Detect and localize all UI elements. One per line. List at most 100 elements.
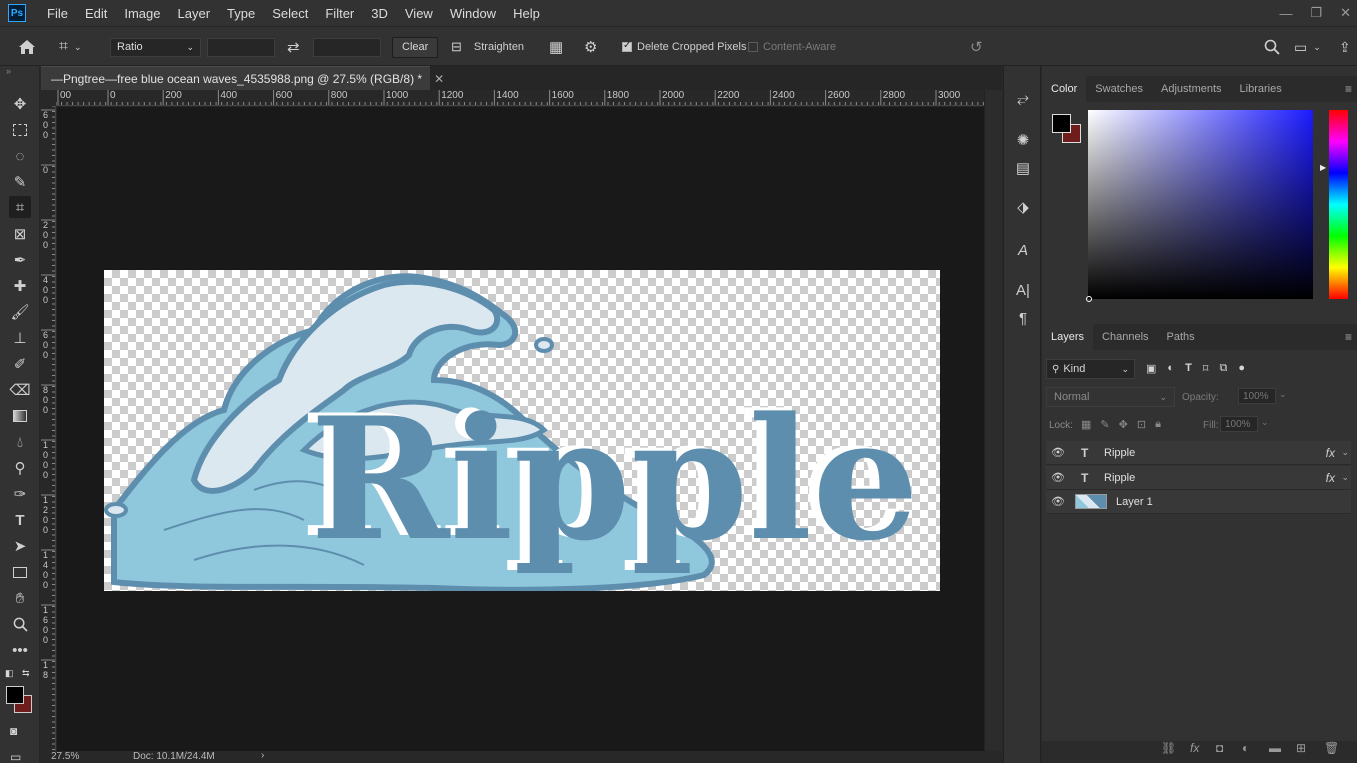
tab-adjustments[interactable]: Adjustments [1152, 76, 1231, 102]
menu-help[interactable]: Help [504, 6, 548, 21]
ratio-dropdown[interactable]: Ratio ⌄ [110, 27, 201, 67]
blend-mode-dropdown[interactable]: Normal ⌄ [1046, 387, 1175, 407]
filter-adjustment-icon[interactable]: ◐ [1167, 362, 1174, 375]
workspace-icon[interactable]: ▭ ⌄ [1294, 27, 1321, 67]
eraser-icon[interactable]: ⌫ [9, 379, 31, 401]
restore-icon[interactable]: ❐ [1310, 5, 1322, 21]
fx-icon[interactable]: fx [1326, 471, 1335, 485]
layer-row-ripple-bottom[interactable]: 👁︎ T Ripple fx ⌄ [1046, 466, 1351, 490]
chevron-down-icon[interactable]: ⌄ [1341, 447, 1349, 458]
ratio-height-input[interactable] [313, 37, 381, 57]
close-tab-icon[interactable]: ✕ [434, 72, 444, 86]
panel-menu-icon[interactable]: ≡ [1345, 330, 1352, 344]
chevron-right-icon[interactable]: › [261, 750, 264, 761]
menu-file[interactable]: File [38, 6, 76, 21]
collapse-toolbar-icon[interactable]: » [6, 66, 11, 76]
layer-name[interactable]: Layer 1 [1116, 496, 1153, 508]
stamp-icon[interactable]: ⊥ [9, 327, 31, 349]
lock-artboard-icon[interactable]: ⊡ [1137, 418, 1146, 431]
lock-all-icon[interactable]: 🔒︎ [1155, 418, 1161, 431]
chevron-down-icon[interactable]: ⌄ [1261, 417, 1269, 428]
crop-preset-picker[interactable]: ⌗ ⌄ [59, 27, 82, 67]
menu-window[interactable]: Window [441, 6, 504, 21]
add-style-icon[interactable]: fx [1190, 741, 1199, 755]
delete-layer-icon[interactable]: 🗑︎ [1324, 741, 1339, 755]
paragraph-icon[interactable]: ¶ [1013, 308, 1033, 328]
more-icon[interactable]: ••• [9, 639, 31, 661]
marquee-icon[interactable] [9, 119, 31, 141]
tab-color[interactable]: Color [1042, 76, 1087, 102]
dodge-icon[interactable]: ⚲ [9, 457, 31, 479]
foreground-color-swatch[interactable] [1052, 114, 1071, 133]
lock-transparency-icon[interactable]: ▦ [1081, 418, 1091, 431]
document-tab[interactable]: —Pngtree—free blue ocean waves_4535988.p… [41, 66, 444, 90]
foreground-color-swatch[interactable] [6, 686, 24, 704]
fill-input[interactable]: 100% [1220, 416, 1258, 432]
color-picker-cursor[interactable] [1086, 296, 1092, 302]
gradient-icon[interactable] [9, 405, 31, 427]
history-icon[interactable]: ⥂ [1013, 88, 1033, 108]
layer-row-layer-1[interactable]: 👁︎ Layer 1 [1046, 490, 1351, 514]
panel-menu-icon[interactable]: ≡ [1345, 82, 1352, 96]
lock-position-icon[interactable]: ✥ [1119, 418, 1128, 431]
blur-icon[interactable]: 💧︎ [9, 431, 31, 453]
fx-icon[interactable]: fx [1326, 446, 1335, 460]
zoom-level[interactable]: 27.5% [51, 751, 79, 762]
tab-layers[interactable]: Layers [1042, 324, 1094, 350]
settings-gear-icon[interactable]: ⚙ [584, 27, 597, 67]
healing-icon[interactable]: ✚ [9, 275, 31, 297]
reset-icon[interactable]: ↺ [970, 27, 983, 67]
brush-settings-icon[interactable]: ✺ [1013, 130, 1033, 150]
history-brush-icon[interactable]: ✐ [9, 353, 31, 375]
chevron-down-icon[interactable]: ⌄ [1279, 389, 1287, 400]
filter-toggle-icon[interactable]: ● [1238, 362, 1245, 375]
menu-type[interactable]: Type [218, 6, 263, 21]
menu-view[interactable]: View [396, 6, 441, 21]
clear-button[interactable]: Clear [392, 36, 439, 58]
visibility-eye-icon[interactable]: 👁︎ [1051, 495, 1067, 508]
3d-icon[interactable]: ⬗ [1013, 197, 1033, 217]
ratio-width-input[interactable] [207, 37, 275, 57]
swap-icon[interactable]: ⇄ [287, 27, 300, 67]
chevron-down-icon[interactable]: ⌄ [1341, 472, 1349, 483]
tab-paths[interactable]: Paths [1158, 324, 1204, 350]
share-icon[interactable]: ⇪ [1339, 27, 1351, 67]
layer-filter-kind[interactable]: ⚲ Kind ⌄ [1046, 359, 1135, 379]
home-icon[interactable] [18, 27, 36, 67]
minimize-icon[interactable]: — [1279, 6, 1292, 21]
document-canvas[interactable]: Ripple Ripple [104, 270, 940, 591]
quick-mask-icon[interactable]: ◙ [10, 724, 17, 738]
overlay-grid-icon[interactable]: ▦ [549, 27, 563, 67]
menu-image[interactable]: Image [115, 6, 168, 21]
new-adjustment-icon[interactable]: ◐ [1242, 741, 1249, 755]
brush-icon[interactable]: 🖌︎ [9, 301, 31, 323]
layer-name[interactable]: Ripple [1104, 472, 1135, 484]
layer-row-ripple-top[interactable]: 👁︎ T Ripple fx ⌄ [1046, 441, 1351, 465]
hue-slider-handle[interactable]: ▶ [1320, 163, 1326, 172]
rectangle-icon[interactable] [9, 561, 31, 583]
move-icon[interactable]: ✥ [9, 93, 31, 115]
content-aware-checkbox[interactable]: Content-Aware [748, 27, 836, 67]
type-icon[interactable]: T [9, 509, 31, 531]
glyphs-icon[interactable]: A [1013, 240, 1033, 260]
search-icon[interactable] [1264, 27, 1280, 67]
visibility-eye-icon[interactable]: 👁︎ [1051, 446, 1067, 459]
new-group-icon[interactable]: ▬ [1269, 741, 1281, 755]
new-layer-icon[interactable]: ⊞ [1296, 741, 1306, 755]
hand-icon[interactable]: ✋︎ [9, 587, 31, 609]
vertical-scrollbar[interactable] [984, 90, 1002, 751]
layer-name[interactable]: Ripple [1104, 447, 1135, 459]
lock-paint-icon[interactable]: ✎ [1100, 418, 1109, 431]
tab-libraries[interactable]: Libraries [1231, 76, 1291, 102]
link-layers-icon[interactable]: ⛓︎ [1161, 741, 1176, 755]
delete-cropped-checkbox[interactable]: Delete Cropped Pixels [622, 27, 746, 67]
pen-icon[interactable]: ✑ [9, 483, 31, 505]
hue-slider[interactable] [1329, 110, 1348, 299]
quick-select-icon[interactable]: ✎ [9, 171, 31, 193]
menu-layer[interactable]: Layer [169, 6, 219, 21]
color-picker-field[interactable] [1086, 110, 1313, 302]
menu-edit[interactable]: Edit [76, 6, 115, 21]
menu-select[interactable]: Select [263, 6, 316, 21]
tab-channels[interactable]: Channels [1093, 324, 1157, 350]
opacity-input[interactable]: 100% [1238, 388, 1276, 404]
